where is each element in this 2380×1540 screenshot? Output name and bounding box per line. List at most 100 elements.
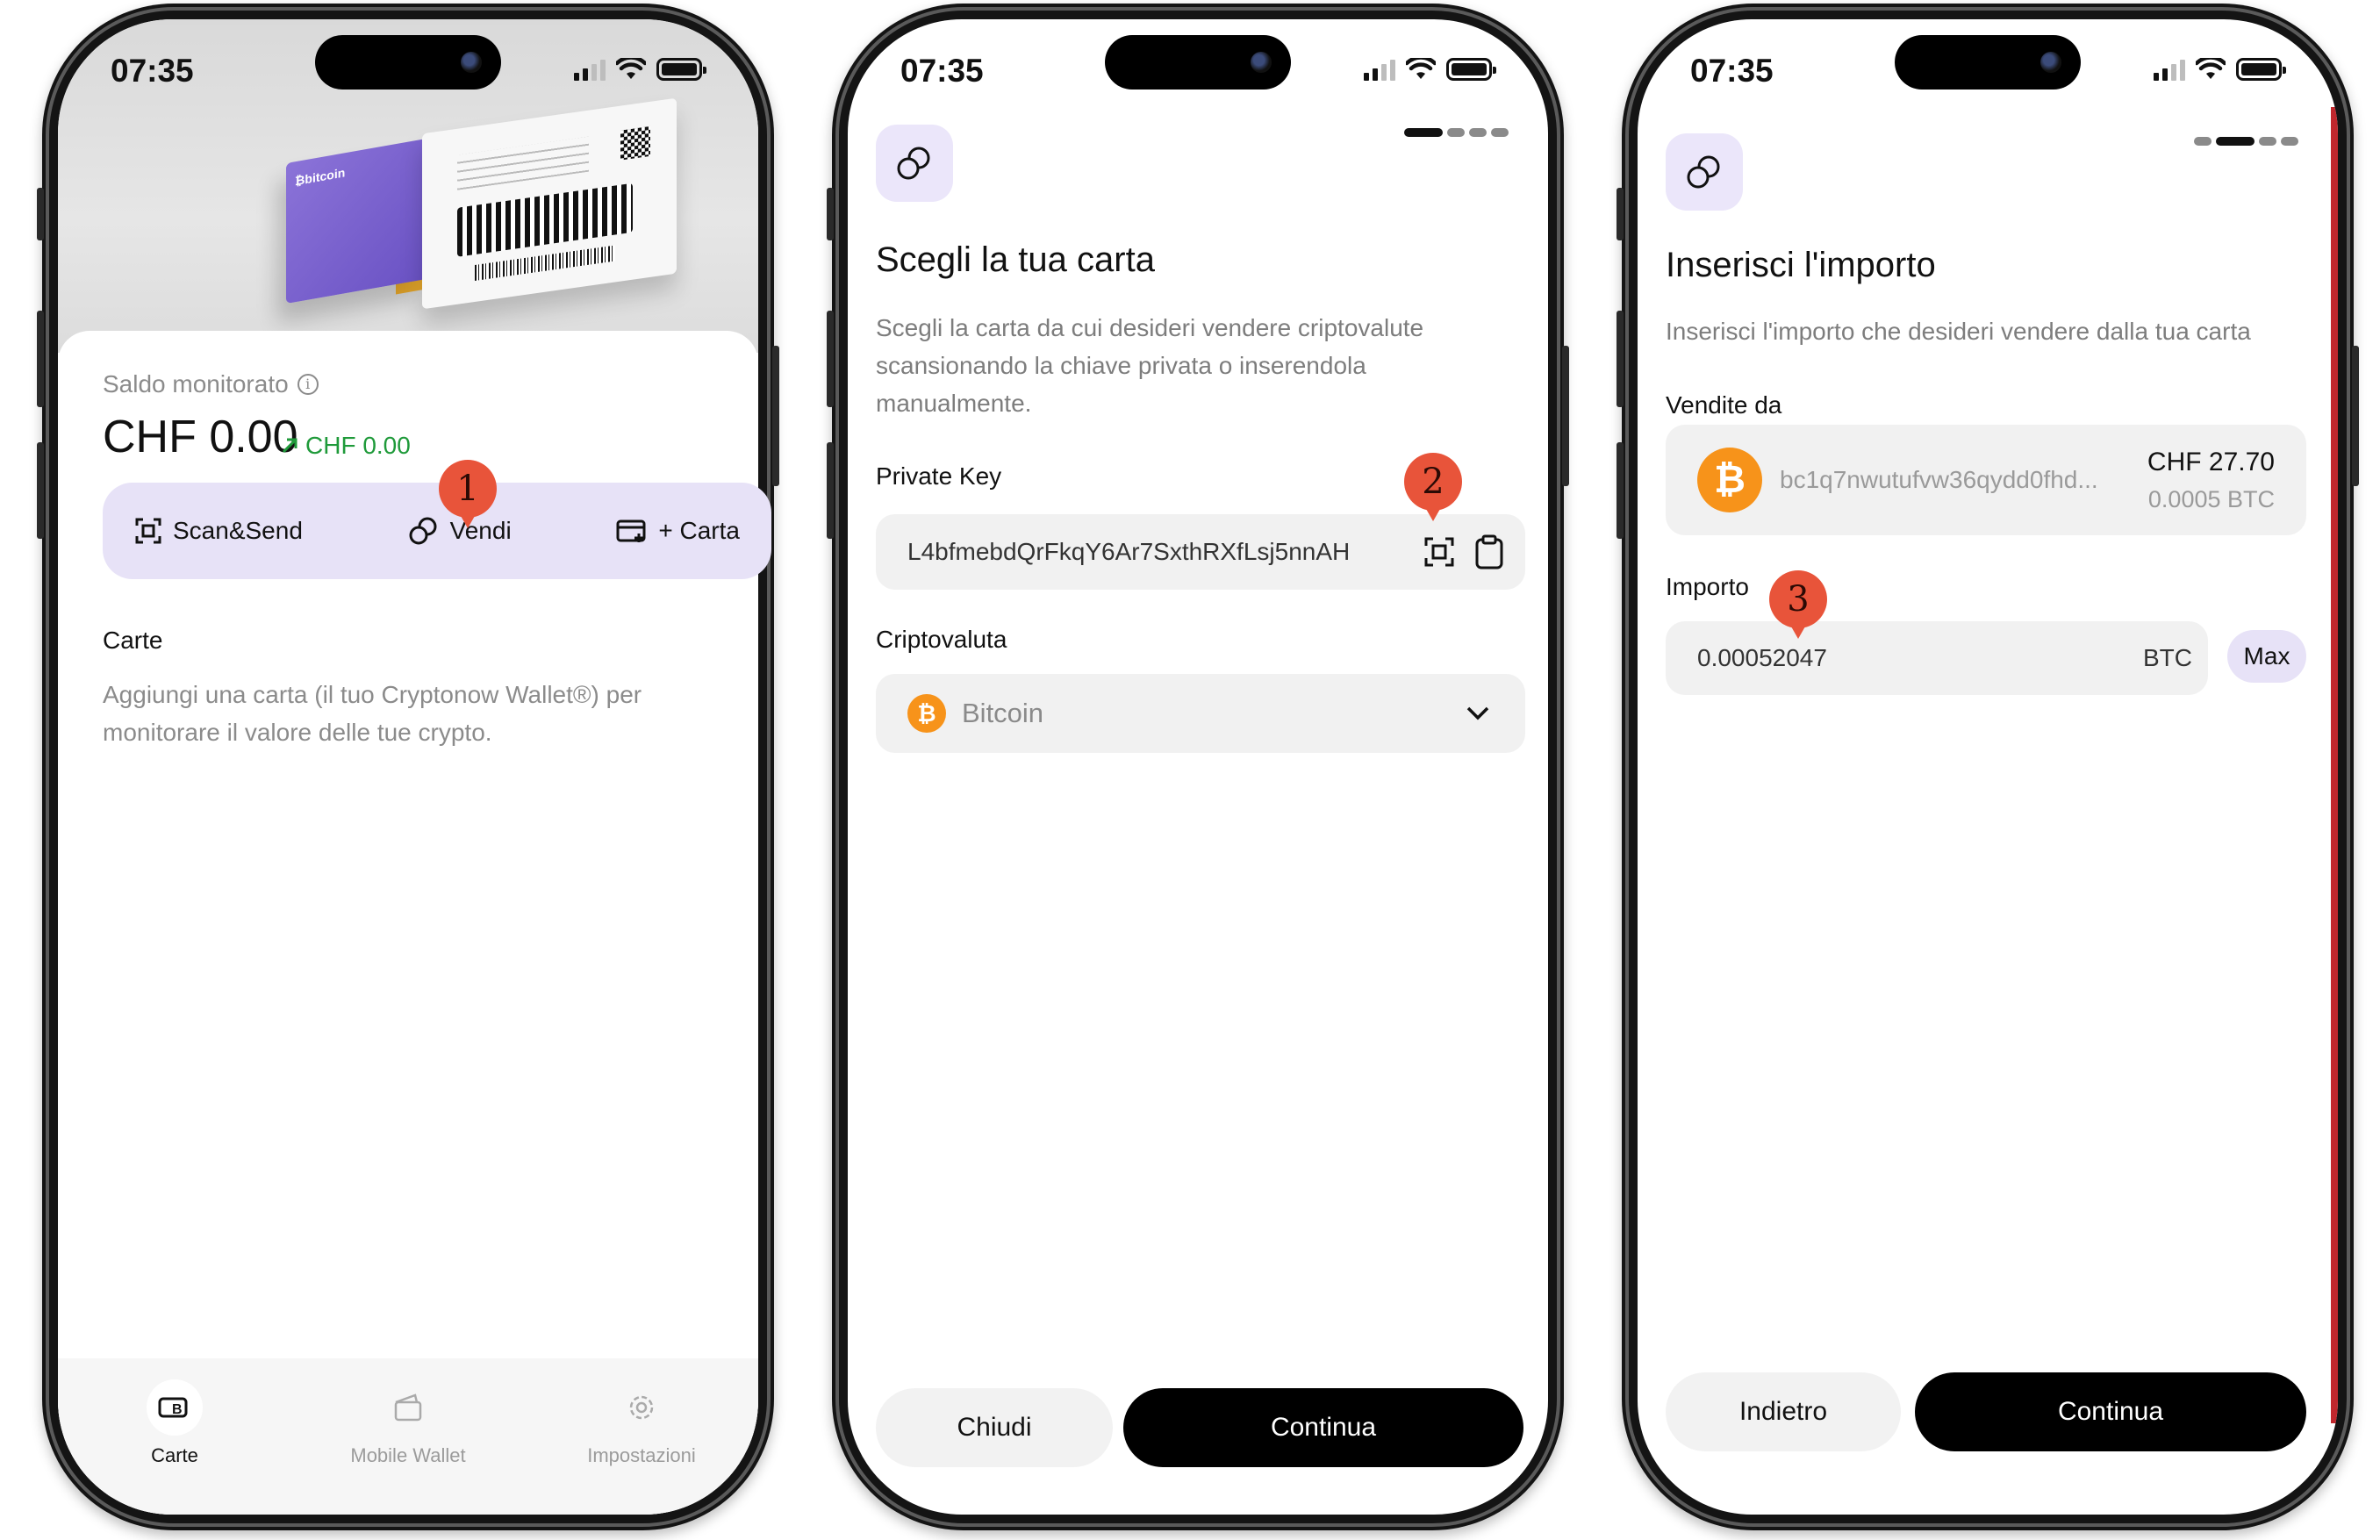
card-icon: B — [158, 1397, 188, 1418]
progress-indicator — [2194, 137, 2298, 146]
phone-frame-1: ₿bitcoin 07:35 Saldo monitorato i CHF 0.… — [37, 4, 779, 1530]
add-card-button[interactable]: + Carta — [616, 517, 740, 545]
add-card-icon — [616, 519, 646, 542]
svg-text:B: B — [172, 1402, 183, 1417]
amount-unit: BTC — [2143, 644, 2192, 671]
page-title: Scegli la tua carta — [876, 240, 1155, 279]
signal-icon — [574, 58, 606, 81]
sell-button[interactable]: Vendi — [408, 516, 512, 546]
screen-home: ₿bitcoin 07:35 — [58, 19, 758, 1515]
status-bar: 07:35 — [58, 53, 758, 91]
wifi-icon — [2196, 58, 2226, 79]
balance-amount: CHF 0.00 — [103, 412, 298, 462]
wifi-icon — [1406, 58, 1436, 79]
source-address: bc1q7nwutufvw36qydd0fhd... — [1780, 466, 2098, 493]
scroll-edge-indicator — [2331, 107, 2338, 1423]
add-card-label: + Carta — [658, 517, 740, 544]
arrow-up-right-icon — [282, 438, 298, 454]
battery-icon — [2236, 58, 2286, 81]
source-btc-balance: 0.0005 BTC — [2147, 485, 2275, 512]
tab-cards-label: Carte — [151, 1444, 198, 1466]
wallet-icon — [394, 1393, 422, 1422]
signal-icon — [2154, 58, 2185, 81]
from-label: Vendite da — [1666, 391, 1782, 419]
phone-frame-3: 07:35 Inserisci l'importo Inserisci l'im… — [1617, 4, 2359, 1530]
cards-section-description: Aggiungi una carta (il tuo Cryptonow Wal… — [103, 681, 642, 746]
card-image-back — [422, 97, 677, 310]
continue-button[interactable]: Continua — [1123, 1388, 1523, 1467]
mute-switch — [1617, 188, 1624, 240]
power-button — [1562, 346, 1569, 486]
balance-label-row: Saldo monitorato i — [103, 370, 319, 398]
volume-down-button — [827, 442, 834, 539]
status-bar: 07:35 — [1638, 53, 2338, 91]
close-button[interactable]: Chiudi — [876, 1388, 1113, 1467]
mute-switch — [37, 188, 44, 240]
power-button — [772, 346, 779, 486]
sell-icon — [409, 517, 437, 545]
tab-bar: B Carte Mobile Wallet Impostazioni — [58, 1358, 758, 1515]
tab-settings[interactable]: Impostazioni — [545, 1379, 738, 1515]
page-description: Scegli la carta da cui desideri vendere … — [876, 314, 1424, 417]
amount-field[interactable]: 0.00052047 BTC — [1666, 621, 2208, 695]
step-callout-3: 3 — [1769, 570, 1827, 639]
volume-up-button — [1617, 311, 1624, 407]
private-key-field[interactable]: L4bfmebdQrFkqY6Ar7SxthRXfLsj5nnAH — [876, 514, 1525, 590]
battery-icon — [1446, 58, 1496, 81]
tab-mobile-wallet[interactable]: Mobile Wallet — [312, 1379, 505, 1515]
volume-down-button — [37, 442, 44, 539]
mute-switch — [827, 188, 834, 240]
back-button[interactable]: Indietro — [1666, 1372, 1901, 1451]
private-key-label: Private Key — [876, 462, 1002, 490]
crypto-select[interactable]: ₿ Bitcoin — [876, 674, 1525, 753]
battery-icon — [656, 58, 706, 81]
clipboard-icon[interactable] — [1474, 534, 1504, 569]
progress-indicator — [1404, 128, 1509, 137]
gear-icon — [629, 1395, 654, 1420]
status-time: 07:35 — [1690, 53, 1774, 89]
step-callout-2: 2 — [1404, 453, 1462, 521]
volume-up-button — [827, 311, 834, 407]
page-description: Inserisci l'importo che desideri vendere… — [1666, 318, 2251, 345]
signal-icon — [1364, 58, 1395, 81]
scan-icon[interactable] — [1423, 536, 1455, 568]
sell-app-icon — [876, 125, 953, 202]
status-time: 07:35 — [111, 53, 194, 89]
sell-icon — [1687, 155, 1720, 189]
page-title: Inserisci l'importo — [1666, 246, 1936, 284]
scan-send-button[interactable]: Scan&Send — [134, 517, 303, 545]
continue-button[interactable]: Continua — [1915, 1372, 2306, 1451]
scan-icon — [135, 518, 161, 544]
source-fiat-balance: CHF 27.70 — [2147, 447, 2275, 476]
source-card-row[interactable]: ₿ bc1q7nwutufvw36qydd0fhd... CHF 27.70 0… — [1666, 425, 2306, 535]
action-bar: Scan&Send Vendi + Carta — [103, 483, 771, 579]
amount-input[interactable]: 0.00052047 — [1697, 644, 2143, 672]
balance-change: CHF 0.00 — [279, 432, 411, 460]
bitcoin-icon: ₿ — [1697, 448, 1762, 512]
crypto-select-value: Bitcoin — [962, 698, 1044, 728]
balance-label: Saldo monitorato — [103, 370, 289, 398]
tab-mobile-wallet-label: Mobile Wallet — [350, 1444, 466, 1466]
chevron-down-icon — [1466, 706, 1489, 720]
scan-send-label: Scan&Send — [173, 517, 303, 544]
card-image-front: ₿bitcoin — [286, 138, 427, 304]
max-button[interactable]: Max — [2227, 630, 2306, 683]
sell-label: Vendi — [449, 517, 512, 544]
status-bar: 07:35 — [848, 53, 1548, 91]
screen-enter-amount: 07:35 Inserisci l'importo Inserisci l'im… — [1638, 19, 2338, 1515]
sell-icon — [897, 147, 930, 180]
power-button — [2352, 346, 2359, 486]
tab-settings-label: Impostazioni — [587, 1444, 696, 1466]
volume-down-button — [1617, 442, 1624, 539]
tab-cards[interactable]: B Carte — [78, 1379, 271, 1515]
bitcoin-icon: ₿ — [907, 694, 946, 733]
phone-frame-2: 07:35 Scegli la tua carta Scegli la cart… — [827, 4, 1569, 1530]
status-time: 07:35 — [900, 53, 984, 89]
volume-up-button — [37, 311, 44, 407]
crypto-label: Criptovaluta — [876, 626, 1007, 653]
wifi-icon — [616, 58, 646, 79]
step-callout-1: 1 — [439, 460, 497, 528]
cards-section-title: Carte — [103, 627, 163, 654]
private-key-input[interactable]: L4bfmebdQrFkqY6Ar7SxthRXfLsj5nnAH — [907, 538, 1406, 566]
info-icon[interactable]: i — [297, 374, 319, 395]
